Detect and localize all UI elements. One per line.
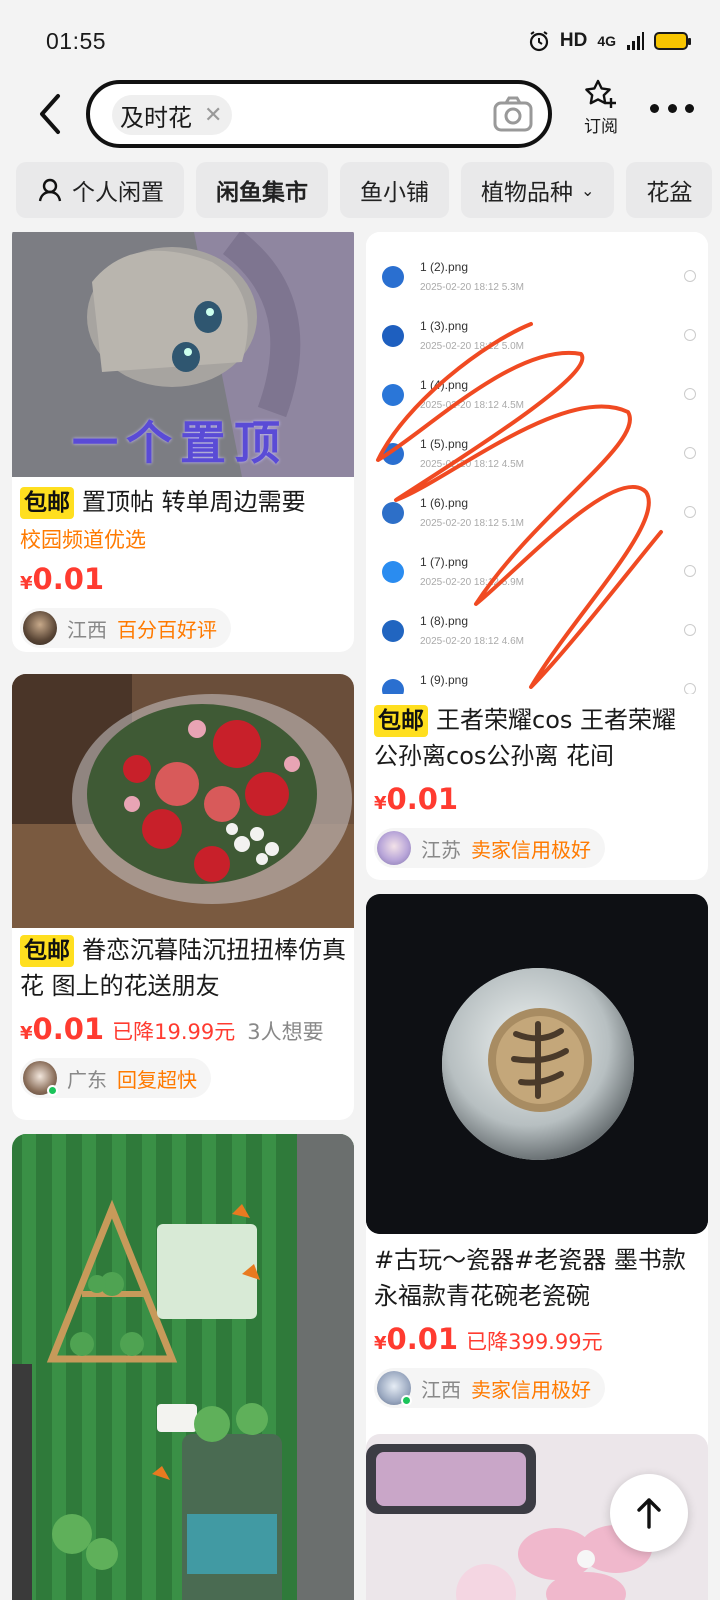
porcelain-bowl-image — [366, 894, 708, 1234]
product-feed: 一个置顶 包邮 置顶帖 转单周边需要 校园频道优选 ¥0.01 江西 百分百好评 … — [0, 232, 720, 1600]
seller-rating-tag: 卖家信用极好 — [471, 1377, 591, 1402]
image-overlay-text: 一个置顶 — [72, 416, 288, 470]
price-drop: 已降19.99元 — [112, 1020, 236, 1044]
product-card[interactable]: 一个置顶 包邮 置顶帖 转单周边需要 校园频道优选 ¥0.01 江西 百分百好评 — [12, 232, 354, 652]
seller-info[interactable]: 江西 百分百好评 — [20, 608, 231, 648]
search-query-text: 及时花 — [120, 103, 192, 132]
camera-icon — [493, 96, 533, 132]
tab-label: 鱼小铺 — [360, 180, 429, 206]
seller-region: 广东 — [67, 1067, 107, 1092]
status-bar: 01:55 HD 4G — [0, 0, 720, 80]
product-card[interactable]: 包邮 眷恋沉暮陆沉扭扭棒仿真花 图上的花送朋友 ¥0.01 已降19.99元 3人… — [12, 674, 354, 1120]
price: ¥0.01 — [374, 1322, 459, 1356]
tab-label: 个人闲置 — [72, 180, 164, 206]
online-indicator — [401, 1395, 412, 1406]
product-image[interactable]: 一个置顶 — [12, 232, 354, 477]
signal-icon — [627, 32, 644, 50]
price-row: ¥0.01 — [374, 782, 700, 816]
seller-info[interactable]: 江西 卖家信用极好 — [374, 1368, 605, 1408]
product-title: 置顶帖 转单周边需要 — [82, 488, 306, 516]
search-box[interactable]: 及时花 ✕ — [86, 80, 552, 148]
category-tabs: 个人闲置 闲鱼集市 鱼小铺 植物品种 ⌄ 花盆 — [0, 162, 720, 218]
price: ¥0.01 — [20, 1012, 105, 1046]
seller-region: 江西 — [421, 1377, 461, 1402]
back-button[interactable] — [30, 86, 70, 142]
tab-plant-varieties[interactable]: 植物品种 ⌄ — [461, 162, 615, 218]
scribble-overlay — [376, 322, 663, 689]
avatar — [377, 831, 411, 865]
seller-info[interactable]: 江苏 卖家信用极好 — [374, 828, 605, 868]
product-card[interactable] — [12, 1134, 354, 1600]
battery-icon — [654, 32, 691, 50]
seller-rating-tag: 百分百好评 — [117, 617, 217, 642]
free-shipping-badge: 包邮 — [374, 705, 428, 737]
camera-search-button[interactable] — [492, 94, 534, 134]
price: ¥0.01 — [374, 782, 459, 816]
tab-label: 花盆 — [646, 180, 693, 206]
status-time: 01:55 — [46, 28, 107, 54]
free-shipping-badge: 包邮 — [20, 935, 74, 967]
more-options-icon[interactable] — [650, 100, 694, 116]
price-row: ¥0.01 — [20, 562, 346, 596]
alarm-icon — [529, 31, 548, 52]
price-row: ¥0.01 已降19.99元 3人想要 — [20, 1012, 346, 1046]
person-icon — [38, 178, 62, 202]
status-icons: HD 4G — [528, 30, 691, 52]
avatar — [23, 611, 57, 645]
balcony-garden-image — [12, 1134, 354, 1600]
product-image[interactable]: 1 (2).png 2025-02-20 18:12 5.3M 1 (3).png 2… — [366, 232, 708, 694]
chevron-down-icon: ⌄ — [581, 180, 595, 200]
tab-xianyu-market[interactable]: 闲鱼集市 — [196, 162, 328, 218]
seller-region: 江西 — [67, 617, 107, 642]
search-header: 及时花 ✕ 订阅 — [0, 78, 720, 155]
tab-label: 植物品种 — [481, 180, 573, 206]
seller-rating-tag: 卖家信用极好 — [471, 837, 591, 862]
search-query-chip[interactable]: 及时花 ✕ — [112, 95, 233, 135]
product-image[interactable] — [366, 894, 708, 1234]
product-image[interactable] — [12, 1134, 354, 1600]
product-tag: 校园频道优选 — [20, 528, 146, 552]
seller-info[interactable]: 广东 回复超快 — [20, 1058, 211, 1098]
back-to-top-button[interactable] — [610, 1474, 688, 1552]
want-count: 3人想要 — [247, 1020, 324, 1044]
seller-region: 江苏 — [421, 837, 461, 862]
avatar — [377, 1371, 412, 1406]
product-card[interactable]: 1 (2).png 2025-02-20 18:12 5.3M 1 (3).png 2… — [366, 232, 708, 880]
price: ¥0.01 — [20, 562, 105, 596]
clear-query-icon[interactable]: ✕ — [204, 103, 222, 128]
tab-fish-shop[interactable]: 鱼小铺 — [340, 162, 449, 218]
tab-label: 闲鱼集市 — [216, 180, 308, 206]
free-shipping-badge: 包邮 — [20, 487, 74, 519]
tab-personal-idle[interactable]: 个人闲置 — [16, 162, 184, 218]
network-indicator: 4G — [597, 33, 616, 49]
hd-indicator: HD — [559, 30, 588, 51]
subscribe-button[interactable]: 订阅 — [578, 78, 624, 137]
online-indicator — [47, 1085, 58, 1096]
product-image[interactable] — [12, 674, 354, 928]
bouquet-image — [12, 674, 354, 928]
product-title: #古玩～瓷器#老瓷器 墨书款永福款青花碗老瓷碗 — [374, 1246, 686, 1310]
back-arrow-icon — [40, 94, 60, 134]
seller-rating-tag: 回复超快 — [117, 1067, 197, 1092]
price-row: ¥0.01 已降399.99元 — [374, 1322, 700, 1356]
arrow-up-icon — [637, 1498, 661, 1529]
subscribe-label: 订阅 — [584, 117, 618, 137]
avatar — [23, 1061, 58, 1096]
tab-flower-pots[interactable]: 花盆 — [626, 162, 713, 218]
star-plus-icon — [585, 79, 616, 108]
price-drop: 已降399.99元 — [466, 1330, 603, 1354]
